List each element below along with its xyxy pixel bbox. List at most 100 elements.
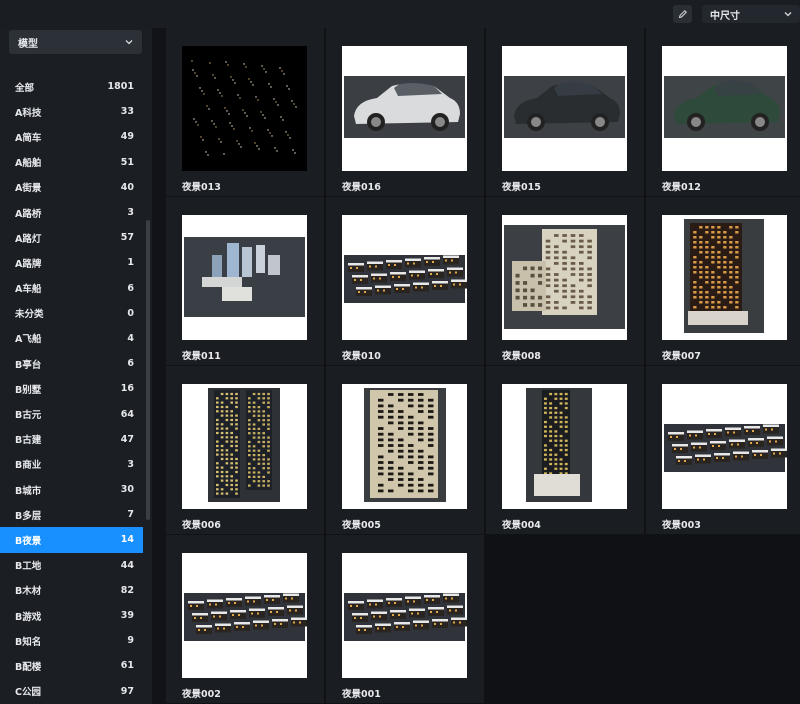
category-label: B古元 <box>15 410 42 422</box>
sidebar-category-item[interactable]: A简车 49 <box>0 124 143 149</box>
sidebar-category-item[interactable]: B工地 44 <box>0 553 143 578</box>
asset-thumbnail[interactable] <box>502 215 627 340</box>
sidebar-category-item[interactable]: A街景 40 <box>0 175 143 200</box>
asset-thumbnail[interactable] <box>662 215 787 340</box>
sidebar-category-item[interactable]: B城市 30 <box>0 477 143 502</box>
sidebar-category-item[interactable]: C公园 97 <box>0 679 143 704</box>
sidebar-category-item[interactable]: B多层 7 <box>0 502 143 527</box>
category-count: 47 <box>120 433 134 445</box>
category-count: 14 <box>120 534 134 546</box>
category-count: 39 <box>120 610 134 622</box>
asset-card[interactable]: 夜景015 <box>486 28 645 197</box>
asset-name: 夜景010 <box>342 351 381 362</box>
asset-name: 夜景004 <box>502 520 541 531</box>
sidebar-category-item[interactable]: A路灯 57 <box>0 225 143 250</box>
thumbnail-image <box>208 388 280 502</box>
sidebar-category-item[interactable]: A船舶 51 <box>0 150 143 175</box>
category-count: 33 <box>120 106 134 118</box>
sidebar-category-item[interactable]: A飞船 4 <box>0 326 143 351</box>
asset-card[interactable]: 夜景010 <box>326 197 485 366</box>
asset-card[interactable]: 夜景013 <box>166 28 325 197</box>
category-count: 97 <box>120 685 134 697</box>
pencil-icon <box>678 9 687 19</box>
sidebar-category-item[interactable]: 全部 1801 <box>0 74 143 99</box>
edit-button[interactable] <box>673 5 692 23</box>
asset-card[interactable]: 夜景011 <box>166 197 325 366</box>
category-count: 3 <box>127 458 134 470</box>
sidebar-category-item[interactable]: A路桥 3 <box>0 200 143 225</box>
sidebar-category-item[interactable]: A车船 6 <box>0 276 143 301</box>
category-label: A简车 <box>15 132 42 144</box>
asset-thumbnail[interactable] <box>662 46 787 171</box>
category-count: 6 <box>127 358 134 370</box>
category-count: 1801 <box>107 81 134 93</box>
asset-card[interactable]: 夜景003 <box>646 366 800 535</box>
thumbnail-image <box>504 76 625 138</box>
category-count: 30 <box>120 484 134 496</box>
asset-card[interactable]: 夜景008 <box>486 197 645 366</box>
thumbnail-image <box>344 255 467 303</box>
sidebar-category-item[interactable]: B古建 47 <box>0 427 143 452</box>
asset-card[interactable]: 夜景005 <box>326 366 485 535</box>
asset-thumbnail[interactable] <box>182 46 307 171</box>
category-count: 64 <box>120 408 134 420</box>
sidebar-category-item[interactable]: B夜景 14 <box>0 527 143 553</box>
category-label: A街景 <box>15 183 42 195</box>
asset-thumbnail[interactable] <box>342 46 467 171</box>
asset-name: 夜景003 <box>662 520 701 531</box>
sidebar-category-item[interactable]: B游戏 39 <box>0 603 143 628</box>
sidebar-category-item[interactable]: 未分类 0 <box>0 301 143 326</box>
category-count: 44 <box>120 559 134 571</box>
asset-thumbnail[interactable] <box>182 384 307 509</box>
asset-grid: 夜景013 夜景016 夜景015 夜景012 夜景011 夜景010 夜景008… <box>166 28 800 704</box>
asset-card[interactable]: 夜景007 <box>646 197 800 366</box>
asset-card[interactable]: 夜景016 <box>326 28 485 197</box>
asset-thumbnail[interactable] <box>182 553 307 678</box>
thumbnail-image <box>684 219 764 333</box>
category-label: B别墅 <box>15 384 42 396</box>
category-count: 61 <box>120 660 134 672</box>
category-label: B夜景 <box>15 535 42 547</box>
category-count: 57 <box>120 232 134 244</box>
asset-thumbnail[interactable] <box>502 46 627 171</box>
asset-card[interactable]: 夜景002 <box>166 535 325 704</box>
sidebar-category-item[interactable]: B古元 64 <box>0 401 143 426</box>
asset-thumbnail[interactable] <box>182 215 307 340</box>
asset-thumbnail[interactable] <box>342 215 467 340</box>
sidebar-category-item[interactable]: B亭台 6 <box>0 351 143 376</box>
thumbnail-size-select[interactable]: 中尺寸 <box>702 5 800 23</box>
asset-thumbnail[interactable] <box>342 384 467 509</box>
sidebar-category-item[interactable]: A路牌 1 <box>0 250 143 275</box>
asset-thumbnail[interactable] <box>662 384 787 509</box>
category-label: A科技 <box>15 107 42 119</box>
asset-card[interactable]: 夜景006 <box>166 366 325 535</box>
sidebar-category-item[interactable]: B知名 9 <box>0 628 143 653</box>
asset-name: 夜景015 <box>502 182 541 193</box>
category-label: 未分类 <box>15 309 44 321</box>
model-type-select[interactable]: 模型 <box>9 30 142 54</box>
asset-thumbnail[interactable] <box>502 384 627 509</box>
thumbnail-image <box>664 424 787 472</box>
model-select-value: 模型 <box>18 38 38 50</box>
asset-name: 夜景006 <box>182 520 221 531</box>
category-label: B亭台 <box>15 359 42 371</box>
thumbnail-image <box>364 388 446 502</box>
sidebar-category-item[interactable]: B木材 82 <box>0 578 143 603</box>
sidebar-category-item[interactable]: A科技 33 <box>0 99 143 124</box>
asset-name: 夜景013 <box>182 182 221 193</box>
category-label: B配楼 <box>15 661 42 673</box>
asset-card[interactable]: 夜景001 <box>326 535 485 704</box>
asset-thumbnail[interactable] <box>342 553 467 678</box>
sidebar-category-item[interactable]: B别墅 16 <box>0 376 143 401</box>
category-count: 4 <box>127 332 134 344</box>
sidebar-scrollbar[interactable] <box>146 220 150 520</box>
category-count: 9 <box>127 635 134 647</box>
category-label: B商业 <box>15 460 42 472</box>
sidebar-category-item[interactable]: B配楼 61 <box>0 653 143 678</box>
asset-card[interactable]: 夜景012 <box>646 28 800 197</box>
asset-name: 夜景011 <box>182 351 221 362</box>
category-label: A路牌 <box>15 258 42 270</box>
category-count: 0 <box>127 307 134 319</box>
sidebar-category-item[interactable]: B商业 3 <box>0 452 143 477</box>
asset-card[interactable]: 夜景004 <box>486 366 645 535</box>
